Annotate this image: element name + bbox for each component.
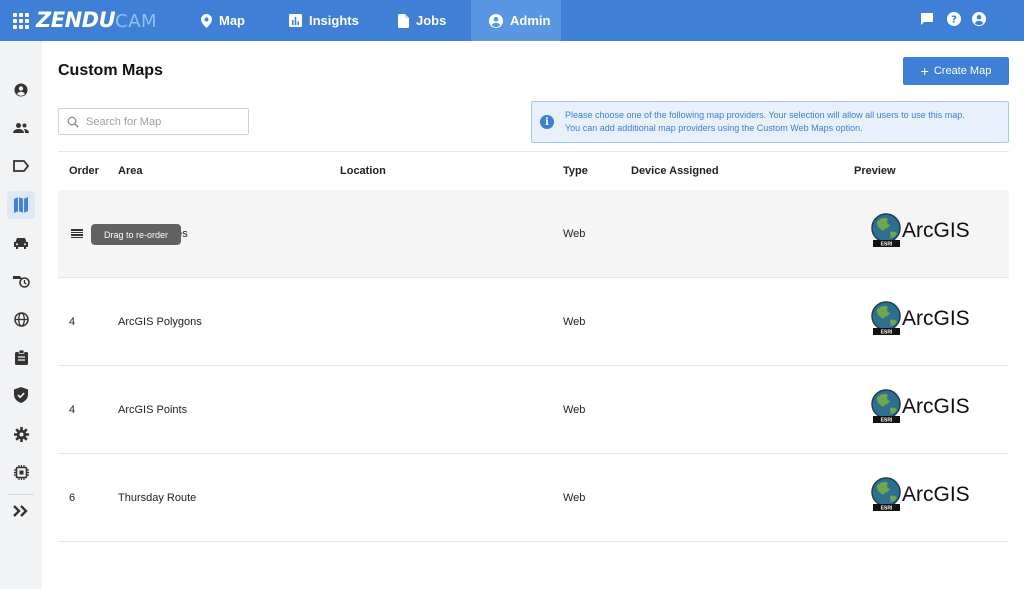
table-row[interactable]: 4 ArcGIS Points Web ESRI ArcGIS (58, 366, 1009, 454)
tag-icon (13, 160, 29, 172)
header-type[interactable]: Type (563, 165, 588, 177)
nav-admin-label: Admin (510, 13, 551, 28)
nav-insights-label: Insights (309, 13, 359, 28)
table-row[interactable]: nes Web ESRI ArcGIS (58, 190, 1009, 278)
search-icon (67, 116, 79, 128)
sidebar-item-security[interactable] (7, 381, 35, 409)
sidebar-item-maps[interactable] (7, 191, 35, 219)
shield-icon (14, 387, 28, 403)
nav-map[interactable]: Map (201, 0, 245, 41)
cell-area: Thursday Route (118, 492, 197, 504)
users-icon (13, 123, 29, 133)
plus-icon: + (920, 63, 929, 79)
svg-text:ArcGIS: ArcGIS (902, 395, 970, 418)
header-location[interactable]: Location (340, 165, 386, 177)
apps-grid-icon[interactable] (13, 13, 29, 29)
create-map-label: Create Map (933, 65, 992, 77)
info-line-1: Please choose one of the following map p… (565, 110, 965, 120)
sidebar-item-devices[interactable] (7, 458, 35, 486)
arcgis-logo: ESRI ArcGIS (871, 477, 970, 512)
svg-text:ArcGIS: ArcGIS (902, 219, 970, 242)
user-icon (14, 83, 28, 97)
sidebar-item-forms[interactable] (7, 343, 35, 371)
arcgis-logo: ESRI ArcGIS (871, 389, 970, 424)
clipboard-icon (14, 349, 28, 365)
car-icon (14, 238, 28, 249)
preview-image: ESRI ArcGIS (870, 386, 980, 434)
sidebar-item-profile[interactable] (7, 76, 35, 104)
sidebar-item-tags[interactable] (7, 152, 35, 180)
gear-icon (13, 426, 29, 442)
cell-area: ArcGIS Polygons (118, 316, 202, 328)
map-pin-icon (201, 13, 212, 28)
table-row[interactable]: 4 ArcGIS Polygons Web ESRI ArcGIS (58, 278, 1009, 366)
sidebar-item-web[interactable] (7, 305, 35, 333)
drag-tooltip: Drag to re-order (91, 224, 181, 245)
svg-text:?: ? (951, 15, 957, 26)
sidebar-item-users[interactable] (7, 114, 35, 142)
globe-icon (13, 311, 29, 327)
sidebar (0, 41, 42, 589)
svg-text:ESRI: ESRI (881, 242, 893, 248)
search-box[interactable] (58, 108, 249, 135)
preview-image: ESRI ArcGIS (870, 474, 980, 522)
create-map-button[interactable]: + Create Map (903, 57, 1009, 85)
svg-text:ESRI: ESRI (881, 330, 893, 336)
cell-type: Web (563, 228, 586, 240)
cell-area: ArcGIS Points (118, 404, 188, 416)
cell-order: 4 (69, 316, 76, 328)
account-icon[interactable] (972, 12, 986, 26)
drag-handle-icon[interactable] (71, 229, 83, 238)
cell-order: 6 (69, 492, 76, 504)
header-order[interactable]: Order (69, 165, 99, 177)
header-device-assigned[interactable]: Device Assigned (631, 165, 719, 177)
info-banner: i Please choose one of the following map… (531, 101, 1009, 143)
arcgis-logo: ESRI ArcGIS (871, 301, 970, 336)
preview-image: ESRI ArcGIS (870, 210, 980, 258)
page-title: Custom Maps (58, 62, 163, 79)
document-icon (398, 13, 409, 28)
preview-image: ESRI ArcGIS (870, 298, 980, 346)
svg-text:ESRI: ESRI (881, 506, 893, 512)
top-navbar: ZENDUCAM Map Insights Jobs Admin ? (0, 0, 1024, 41)
table-row[interactable]: 6 Thursday Route Web ESRI ArcGIS (58, 454, 1009, 542)
sidebar-item-settings[interactable] (7, 420, 35, 448)
nav-jobs-label: Jobs (416, 13, 447, 28)
info-line-2: You can add additional map providers usi… (565, 123, 863, 133)
table-divider (58, 151, 1009, 152)
help-icon[interactable]: ? (947, 12, 961, 26)
nav-jobs[interactable]: Jobs (398, 0, 446, 41)
vehicle-history-icon (12, 276, 30, 288)
sidebar-item-history[interactable] (7, 267, 35, 295)
cell-type: Web (563, 492, 586, 504)
svg-text:ArcGIS: ArcGIS (902, 307, 970, 330)
sidebar-item-vehicles[interactable] (7, 229, 35, 257)
info-icon: i (540, 115, 554, 129)
chart-icon (289, 14, 302, 27)
sidebar-expand-button[interactable] (7, 497, 35, 525)
sidebar-divider (8, 494, 34, 495)
cell-type: Web (563, 316, 586, 328)
chip-icon (13, 464, 29, 480)
cell-order: 4 (69, 404, 76, 416)
cell-type: Web (563, 404, 586, 416)
svg-text:ArcGIS: ArcGIS (902, 483, 970, 506)
arcgis-logo: ESRI ArcGIS (871, 213, 970, 248)
header-area[interactable]: Area (118, 165, 142, 177)
nav-admin[interactable]: Admin (471, 0, 561, 41)
header-preview: Preview (854, 165, 896, 177)
expand-icon (13, 505, 28, 517)
app-logo[interactable]: ZENDUCAM (36, 8, 157, 32)
chat-icon[interactable] (920, 12, 934, 26)
search-input[interactable] (86, 115, 236, 128)
nav-insights[interactable]: Insights (289, 0, 359, 41)
nav-map-label: Map (219, 13, 245, 28)
svg-text:ESRI: ESRI (881, 418, 893, 424)
map-icon (14, 197, 28, 213)
user-circle-icon (489, 13, 503, 28)
